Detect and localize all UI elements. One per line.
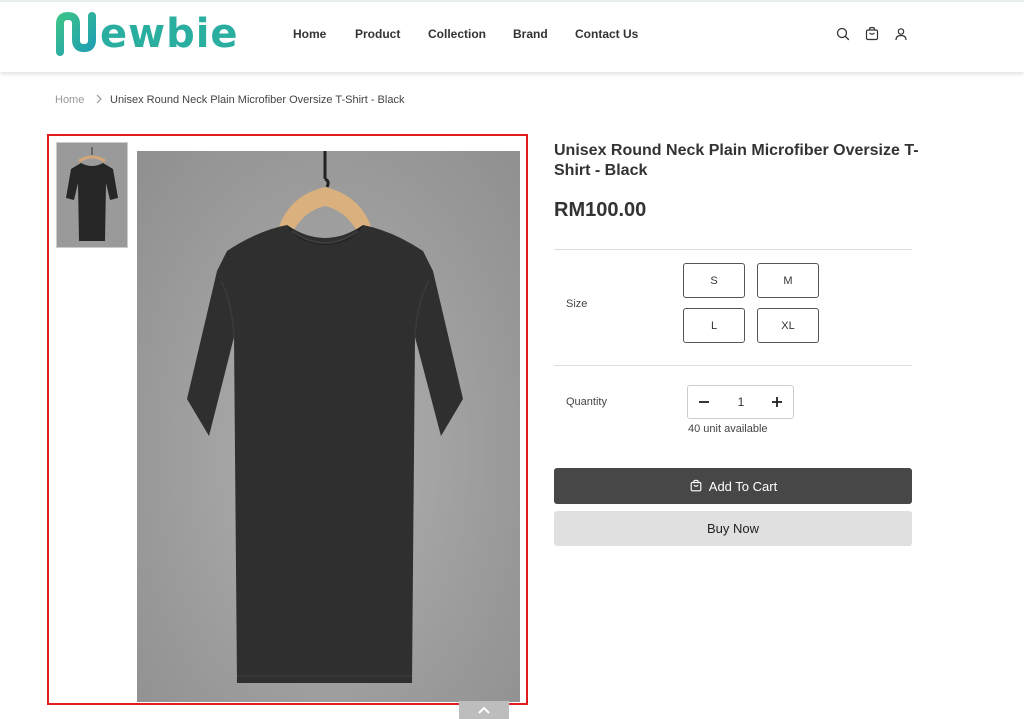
quantity-input[interactable]: 1	[722, 386, 760, 418]
tshirt-image	[187, 151, 463, 683]
cart-icon	[690, 479, 702, 492]
brand-name: ewbie	[100, 11, 239, 57]
product-thumbnail[interactable]	[56, 142, 128, 248]
size-option-xl[interactable]: XL	[757, 308, 819, 343]
size-option-l[interactable]: L	[683, 308, 745, 343]
decrease-quantity-button[interactable]	[688, 386, 720, 418]
product-title: Unisex Round Neck Plain Microfiber Overs…	[554, 142, 919, 179]
product-main-image[interactable]	[137, 151, 520, 702]
chevron-right-icon	[96, 94, 102, 104]
nav-home[interactable]: Home	[293, 27, 326, 41]
size-option-s[interactable]: S	[683, 263, 745, 298]
add-to-cart-label: Add To Cart	[708, 478, 778, 494]
breadcrumb-home[interactable]: Home	[55, 94, 84, 106]
brand-logo-mark	[56, 11, 96, 56]
buy-now-button[interactable]: Buy Now	[554, 511, 912, 546]
divider	[554, 365, 912, 366]
search-icon[interactable]	[835, 26, 851, 42]
brand-logo[interactable]: ewbie	[54, 10, 254, 58]
divider	[554, 249, 912, 250]
size-label: Size	[566, 298, 588, 310]
cart-icon[interactable]	[864, 26, 880, 42]
breadcrumb-current: Unisex Round Neck Plain Microfiber Overs…	[110, 94, 405, 106]
quantity-label: Quantity	[566, 396, 607, 408]
nav-contact-us[interactable]: Contact Us	[575, 27, 638, 41]
site-header: ewbie Home Product Collection Brand Cont…	[0, 2, 1024, 72]
plus-icon	[772, 397, 782, 407]
user-icon[interactable]	[893, 26, 909, 42]
add-to-cart-button[interactable]: Add To Cart	[554, 468, 912, 504]
nav-brand[interactable]: Brand	[513, 27, 548, 41]
buy-now-label: Buy Now	[706, 521, 760, 536]
product-price: RM100.00	[554, 199, 647, 221]
nav-product[interactable]: Product	[355, 27, 400, 41]
increase-quantity-button[interactable]	[761, 386, 793, 418]
scroll-to-top-button[interactable]	[459, 701, 509, 719]
thumbnail-shirt-image	[66, 147, 118, 241]
nav-collection[interactable]: Collection	[428, 27, 486, 41]
chevron-up-icon	[478, 706, 490, 714]
quantity-stepper: 1	[687, 385, 794, 419]
minus-icon	[699, 401, 709, 403]
size-option-m[interactable]: M	[757, 263, 819, 298]
stock-availability: 40 unit available	[688, 423, 768, 435]
